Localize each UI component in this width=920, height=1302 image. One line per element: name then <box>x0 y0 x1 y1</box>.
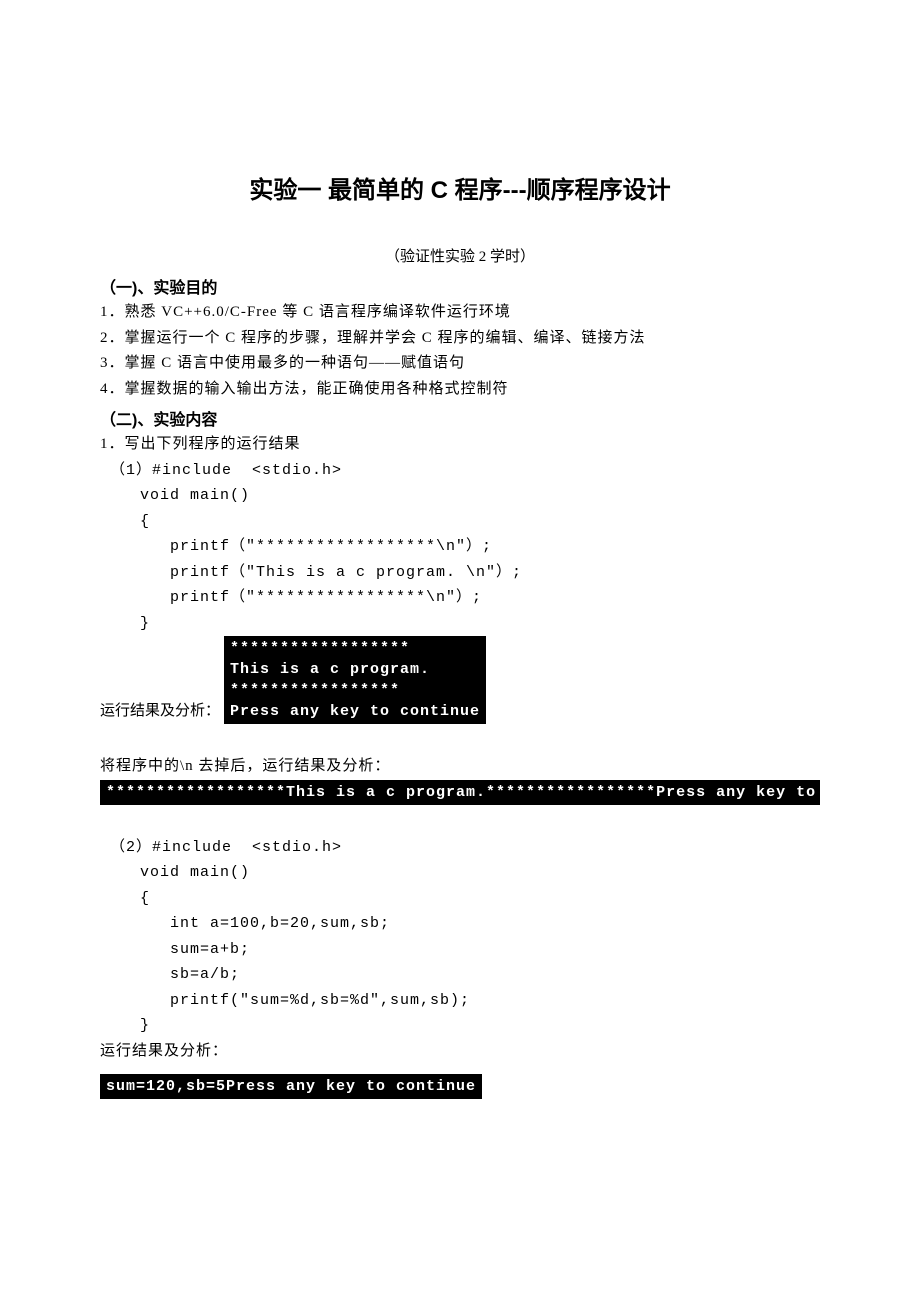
code2-line: （2）#include <stdio.h> <box>100 835 820 861</box>
code2-line: sum=a+b; <box>100 937 820 963</box>
code2-line: void main() <box>100 860 820 886</box>
goal-item: 1．熟悉 VC++6.0/C-Free 等 C 语言程序编译软件运行环境 <box>100 300 820 326</box>
goal-item: 2．掌握运行一个 C 程序的步骤，理解并学会 C 程序的编辑、编译、链接方法 <box>100 326 820 352</box>
code1-line: printf（"This is a c program. \n"）; <box>100 560 820 586</box>
console-output-1: ****************** This is a c program. … <box>224 636 486 724</box>
section-2-heading: （二)、实验内容 <box>100 406 820 430</box>
code1-line: { <box>100 509 820 535</box>
experiment-subtitle: （验证性实验 2 学时） <box>100 245 820 266</box>
result-label: 运行结果及分析： <box>100 699 224 725</box>
code2-line: int a=100,b=20,sum,sb; <box>100 911 820 937</box>
result-row-1: 运行结果及分析： ****************** This is a c … <box>100 636 820 724</box>
code2-line: { <box>100 886 820 912</box>
goal-item: 4．掌握数据的输入输出方法，能正确使用各种格式控制符 <box>100 377 820 403</box>
code2-line: } <box>100 1013 820 1039</box>
section-1-heading: （一)、实验目的 <box>100 274 820 298</box>
experiment-title: 实验一 最简单的 C 程序---顺序程序设计 <box>100 170 820 205</box>
goal-item: 3．掌握 C 语言中使用最多的一种语句——赋值语句 <box>100 351 820 377</box>
remove-newline-note: 将程序中的\n 去掉后，运行结果及分析： <box>100 754 820 780</box>
code1-line: （1）#include <stdio.h> <box>100 458 820 484</box>
task-header: 1．写出下列程序的运行结果 <box>100 432 820 458</box>
result-label-2: 运行结果及分析： <box>100 1039 820 1065</box>
code1-line: printf（"******************\n"）; <box>100 534 820 560</box>
code2-line: sb=a/b; <box>100 962 820 988</box>
code2-line: printf("sum=%d,sb=%d",sum,sb); <box>100 988 820 1014</box>
console-output-1b: ******************This is a c program.**… <box>100 780 820 805</box>
console-output-2: sum=120,sb=5Press any key to continue <box>100 1074 482 1099</box>
code1-line: printf（"*****************\n"）; <box>100 585 820 611</box>
code1-line: void main() <box>100 483 820 509</box>
document-page: 实验一 最简单的 C 程序---顺序程序设计 （验证性实验 2 学时） （一)、… <box>0 0 920 1159</box>
code1-line: } <box>100 611 820 637</box>
